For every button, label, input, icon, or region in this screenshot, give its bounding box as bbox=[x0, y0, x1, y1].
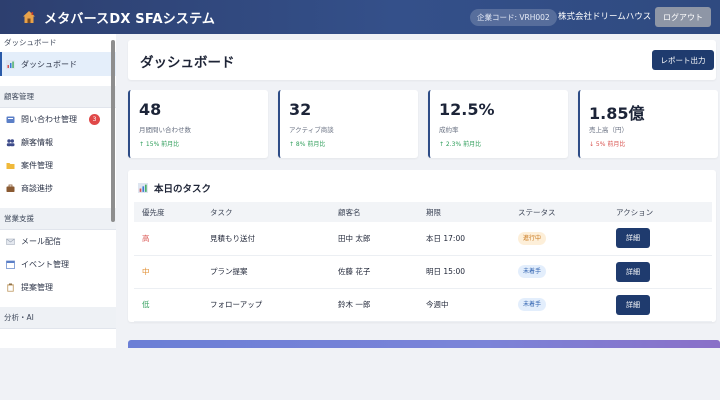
sidebar-item-label: メール配信 bbox=[21, 237, 61, 246]
house-icon bbox=[23, 11, 35, 23]
column-header: 優先度 bbox=[134, 202, 202, 222]
sidebar-item-negotiation[interactable]: 商談進捗 bbox=[0, 177, 116, 200]
status-cell: 未着手 bbox=[510, 288, 608, 322]
column-header: タスク bbox=[202, 202, 330, 222]
detail-button[interactable]: 詳細 bbox=[616, 228, 650, 249]
status-badge: 進行中 bbox=[518, 231, 547, 245]
task-card-title: 本日のタスク bbox=[154, 184, 212, 195]
stat-value: 12.5% bbox=[439, 100, 495, 119]
next-section-banner bbox=[128, 340, 720, 348]
stat-card-inquiries: 48 月間問い合わせ数 ↑ 15% 前月比 bbox=[128, 90, 268, 158]
users-icon bbox=[6, 139, 15, 147]
sidebar-item-customers[interactable]: 顧客情報 bbox=[0, 131, 116, 154]
table-header-row: 優先度 タスク 顧客名 期限 ステータス アクション bbox=[134, 202, 712, 222]
deadline-cell: 明日 15:00 bbox=[418, 255, 510, 289]
stat-label: 売上高（円） bbox=[589, 126, 628, 134]
sidebar-item-label: 提案管理 bbox=[21, 283, 53, 292]
stat-card-revenue: 1.85億 売上高（円） ↓ 5% 前月比 bbox=[578, 90, 718, 158]
sidebar-item-label: 顧客情報 bbox=[21, 138, 53, 147]
calendar-icon bbox=[6, 260, 15, 269]
column-header: 顧客名 bbox=[330, 202, 418, 222]
action-cell: 詳細 bbox=[608, 222, 712, 256]
briefcase-icon bbox=[6, 184, 15, 192]
column-header: アクション bbox=[608, 202, 712, 222]
stat-label: 月間問い合わせ数 bbox=[139, 126, 191, 134]
task-cell: フォローアップ bbox=[202, 288, 330, 322]
sidebar-section-customer: 顧客管理 bbox=[0, 86, 116, 108]
customer-cell: 田中 太郎 bbox=[330, 222, 418, 256]
clipboard-icon bbox=[7, 283, 14, 292]
report-export-button[interactable]: レポート出力 bbox=[652, 50, 714, 70]
sidebar-item-inquiries[interactable]: 問い合わせ管理 3 bbox=[0, 108, 116, 131]
sidebar-item-label: イベント管理 bbox=[21, 260, 69, 269]
sidebar-section-dashboard: ダッシュボード bbox=[0, 34, 116, 50]
app-logo: メタバースDX SFAシステム bbox=[22, 8, 215, 27]
app-title: メタバースDX SFAシステム bbox=[44, 11, 216, 27]
mail-icon bbox=[6, 238, 15, 245]
column-header: 期限 bbox=[418, 202, 510, 222]
company-name: 株式会社ドリームハウス bbox=[558, 12, 652, 22]
action-cell: 詳細 bbox=[608, 288, 712, 322]
deadline-cell: 本日 17:00 bbox=[418, 222, 510, 256]
sidebar-item-events[interactable]: イベント管理 bbox=[0, 253, 116, 276]
sidebar-item-label: 問い合わせ管理 bbox=[21, 115, 77, 124]
column-header: ステータス bbox=[510, 202, 608, 222]
sidebar-item-dashboard[interactable]: ダッシュボード bbox=[0, 52, 116, 76]
sidebar-item-label: 商談進捗 bbox=[21, 184, 53, 193]
logout-button[interactable]: ログアウト bbox=[655, 7, 711, 27]
stat-card-close-rate: 12.5% 成約率 ↑ 2.3% 前月比 bbox=[428, 90, 568, 158]
stat-card-active-deals: 32 アクティブ商談 ↑ 8% 前月比 bbox=[278, 90, 418, 158]
stat-change: ↑ 15% 前月比 bbox=[139, 141, 180, 148]
stat-value: 48 bbox=[139, 100, 162, 119]
task-card-header: 本日のタスク bbox=[138, 181, 211, 195]
task-cell: 見積もり送付 bbox=[202, 222, 330, 256]
stat-value: 32 bbox=[289, 100, 312, 119]
sidebar-scrollbar[interactable] bbox=[111, 40, 115, 222]
page-title: ダッシュボード bbox=[140, 55, 235, 71]
stat-change: ↑ 8% 前月比 bbox=[289, 141, 326, 148]
sidebar-item-deals[interactable]: 案件管理 bbox=[0, 154, 116, 177]
task-table: 優先度 タスク 顧客名 期限 ステータス アクション 高 見積もり送付 田中 太… bbox=[134, 202, 712, 322]
company-code-badge: 企業コード: VRH002 bbox=[470, 9, 557, 26]
sidebar-section-analytics: 分析・AI bbox=[0, 307, 116, 329]
chart-icon bbox=[6, 59, 15, 69]
priority-cell: 高 bbox=[134, 222, 202, 256]
stat-change: ↑ 2.3% 前月比 bbox=[439, 141, 482, 148]
deadline-cell: 今週中 bbox=[418, 288, 510, 322]
detail-button[interactable]: 詳細 bbox=[616, 261, 650, 282]
customer-cell: 佐藤 花子 bbox=[330, 255, 418, 289]
sidebar-section-sales: 営業支援 bbox=[0, 208, 116, 230]
chart-icon bbox=[138, 183, 148, 193]
sidebar-item-proposals[interactable]: 提案管理 bbox=[0, 276, 116, 299]
inbox-icon bbox=[6, 116, 15, 123]
stat-change: ↓ 5% 前月比 bbox=[589, 141, 626, 148]
status-cell: 進行中 bbox=[510, 222, 608, 256]
table-row: 低 フォローアップ 鈴木 一郎 今週中 未着手 詳細 bbox=[134, 288, 712, 322]
sidebar-item-label: ダッシュボード bbox=[21, 59, 77, 69]
status-badge: 未着手 bbox=[518, 298, 547, 311]
status-badge: 未着手 bbox=[518, 265, 547, 278]
page-header-card: ダッシュボード レポート出力 bbox=[128, 40, 716, 80]
priority-cell: 中 bbox=[134, 255, 202, 289]
top-header: メタバースDX SFAシステム 企業コード: VRH002 株式会社ドリームハウ… bbox=[0, 0, 720, 34]
action-cell: 詳細 bbox=[608, 255, 712, 289]
notification-badge: 3 bbox=[89, 114, 100, 125]
stat-label: アクティブ商談 bbox=[289, 126, 334, 134]
today-tasks-card: 本日のタスク 優先度 タスク 顧客名 期限 ステータス アクション 高 見積もり… bbox=[128, 170, 716, 322]
folder-icon bbox=[6, 163, 15, 169]
stat-label: 成約率 bbox=[439, 126, 459, 134]
table-row: 高 見積もり送付 田中 太郎 本日 17:00 進行中 詳細 bbox=[134, 222, 712, 256]
customer-cell: 鈴木 一郎 bbox=[330, 288, 418, 322]
sidebar-item-mail[interactable]: メール配信 bbox=[0, 230, 116, 253]
detail-button[interactable]: 詳細 bbox=[616, 294, 650, 315]
sidebar: ダッシュボード ダッシュボード 顧客管理 問い合わせ管理 3 顧客情報 案件管理 bbox=[0, 34, 116, 348]
sidebar-item-label: 案件管理 bbox=[21, 161, 53, 170]
status-cell: 未着手 bbox=[510, 255, 608, 289]
table-row: 中 プラン提案 佐藤 花子 明日 15:00 未着手 詳細 bbox=[134, 255, 712, 289]
priority-cell: 低 bbox=[134, 288, 202, 322]
task-cell: プラン提案 bbox=[202, 255, 330, 289]
stat-value: 1.85億 bbox=[589, 104, 645, 123]
main-content: ダッシュボード レポート出力 48 月間問い合わせ数 ↑ 15% 前月比 32 … bbox=[124, 34, 720, 348]
